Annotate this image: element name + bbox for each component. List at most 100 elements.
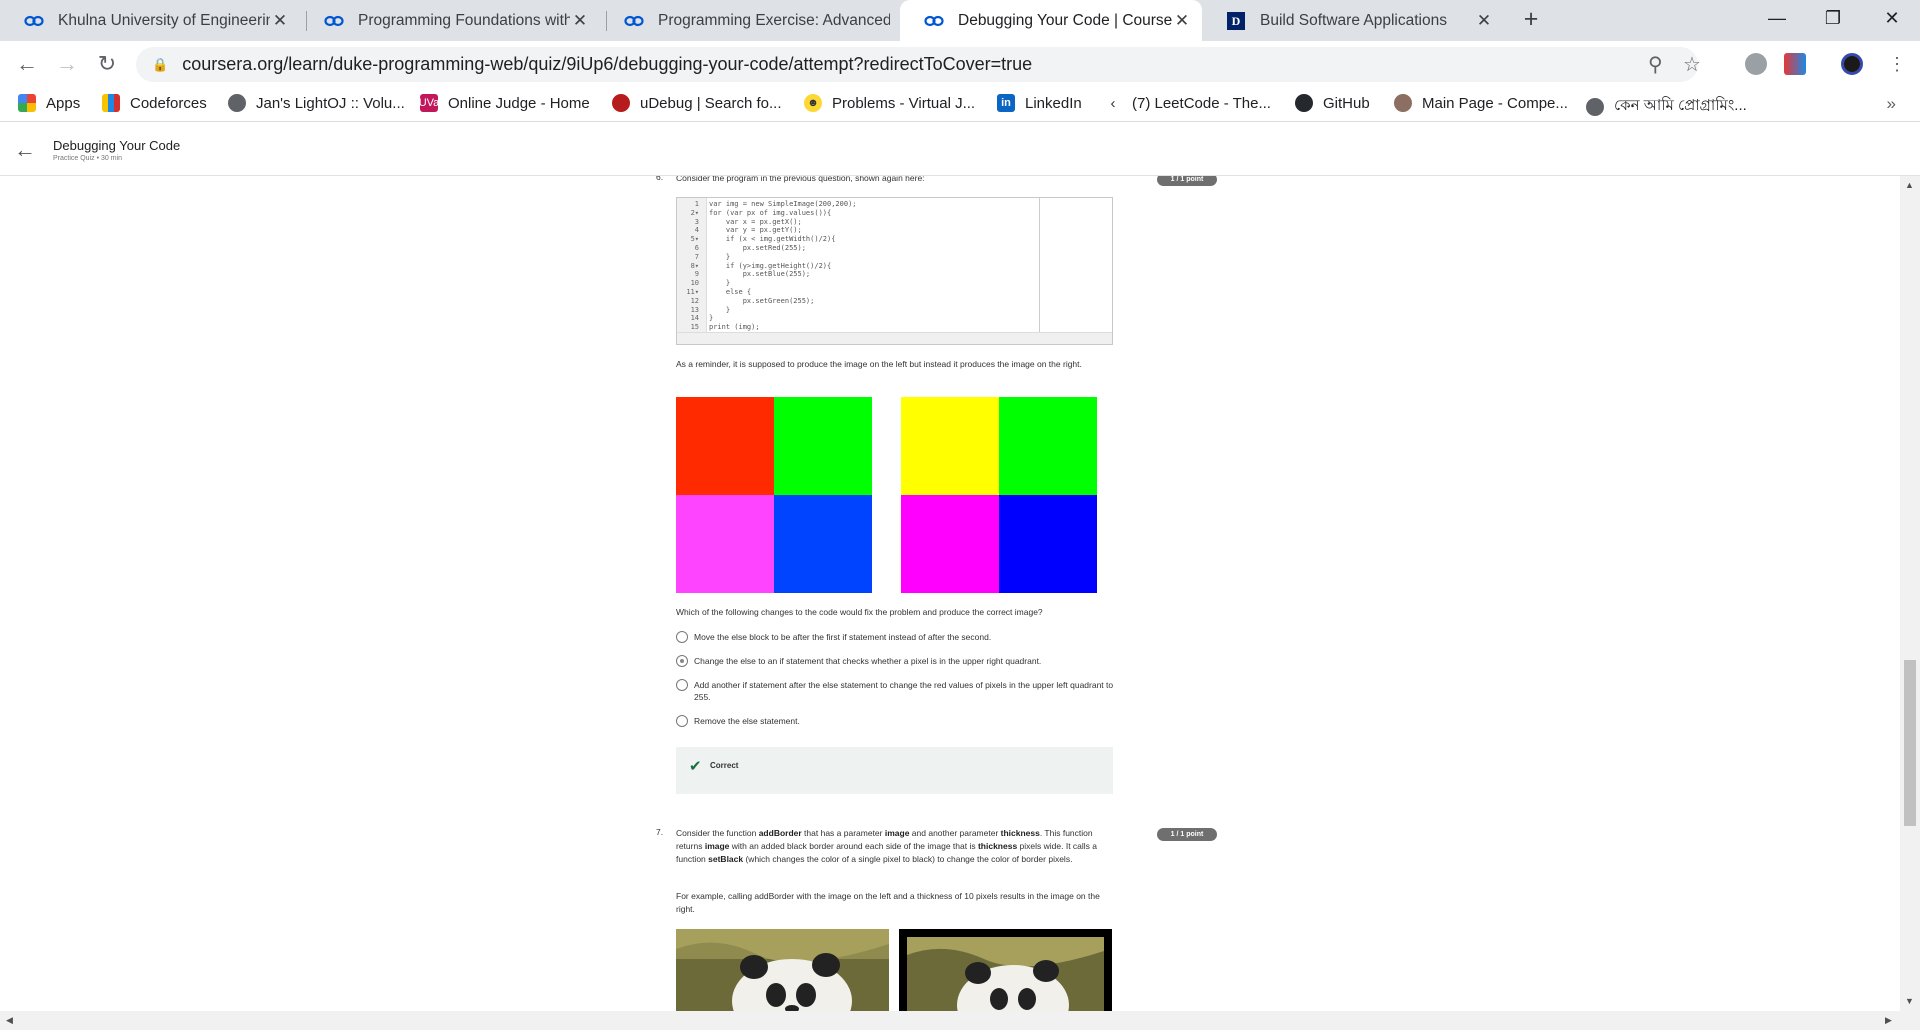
tab-title: Build Software Applications	[1260, 11, 1447, 29]
tab-title: Khulna University of Engineering	[58, 11, 270, 29]
bookmark-star-icon[interactable]: ☆	[1683, 52, 1701, 77]
codeforces-icon	[102, 94, 120, 112]
forward-button[interactable]: →	[52, 49, 82, 79]
bookmark-online-judge[interactable]: UVa Online Judge - Home	[419, 94, 590, 112]
coursera-icon	[924, 11, 944, 31]
vertical-scrollbar[interactable]: ▲ ▼	[1900, 176, 1920, 1011]
code-line: 13 }	[677, 305, 731, 315]
bookmark-label: কেন আমি প্রোগ্রামিং...	[1614, 97, 1747, 114]
points-badge: 1 / 1 point	[1157, 176, 1217, 186]
scroll-left-icon[interactable]: ◀	[6, 1015, 13, 1026]
bookmark-vjudge[interactable]: ☻ Problems - Virtual J...	[804, 94, 975, 112]
line-number: 4	[694, 226, 699, 235]
address-bar[interactable]: 🔒 coursera.org/learn/duke-programming-we…	[136, 47, 1701, 82]
close-icon[interactable]: ✕	[570, 11, 590, 31]
extension-icon[interactable]	[1745, 53, 1767, 75]
code-text: }	[709, 305, 731, 314]
bookmark-leetcode[interactable]: ‹ (7) LeetCode - The...	[1104, 94, 1271, 112]
close-icon[interactable]: ✕	[270, 11, 290, 31]
radio-button[interactable]	[676, 655, 688, 667]
code-editor[interactable]: 1 var img = new SimpleImage(200,200); 2▾ fo…	[676, 197, 1113, 345]
line-number: 2▾	[690, 208, 699, 217]
logo-icon	[1394, 94, 1412, 112]
code-line: 8▾ if (y>img.getHeight()/2){	[677, 261, 832, 271]
new-tab-button[interactable]: +	[1517, 6, 1545, 34]
scroll-down-icon[interactable]: ▼	[1905, 996, 1914, 1006]
radio-button[interactable]	[676, 631, 688, 643]
answer-option[interactable]: Move the else block to be after the firs…	[676, 631, 1116, 643]
tab-programming-foundations[interactable]: Programming Foundations with J ✕	[300, 0, 600, 41]
code-text: var img = new SimpleImage(200,200);	[709, 200, 857, 208]
code-line: 15 print (img);	[677, 323, 760, 332]
quadrant-upper-left	[901, 397, 999, 495]
tab-build-software[interactable]: D Build Software Applications ✕	[1202, 0, 1504, 41]
answer-option[interactable]: Add another if statement after the else …	[676, 679, 1116, 703]
quadrant-upper-left	[676, 397, 774, 495]
bookmark-lightoj[interactable]: Jan's LightOJ :: Volu...	[228, 94, 405, 112]
scroll-right-icon[interactable]: ▶	[1885, 1015, 1892, 1026]
code-text: px.setRed(255);	[709, 244, 806, 252]
chevron-right-icon[interactable]: »	[1887, 94, 1896, 114]
answer-option[interactable]: Remove the else statement.	[676, 715, 1116, 727]
bookmark-label: (7) LeetCode - The...	[1132, 94, 1271, 112]
zoom-icon[interactable]: ⚲	[1648, 52, 1663, 77]
menu-icon[interactable]: ⋮	[1882, 49, 1912, 79]
panda-image-bordered	[899, 929, 1112, 1011]
bookmark-udebug[interactable]: uDebug | Search fo...	[612, 94, 781, 112]
extension-icon[interactable]	[1784, 53, 1806, 75]
bookmark-label: GitHub	[1323, 94, 1370, 112]
code-line: 5▾ if (x < img.getWidth()/2){	[677, 235, 836, 244]
scrollbar-thumb[interactable]	[1904, 660, 1916, 826]
code-text: print (img);	[709, 323, 760, 332]
answer-option-selected[interactable]: Change the else to an if statement that …	[676, 655, 1116, 667]
line-number: 11▾	[686, 288, 699, 296]
bookmark-codeforces[interactable]: Codeforces	[102, 94, 207, 112]
option-label: Remove the else statement.	[694, 716, 800, 726]
line-number: 7	[694, 252, 699, 261]
bookmark-main-page[interactable]: Main Page - Compe...	[1394, 94, 1568, 112]
radio-button[interactable]	[676, 715, 688, 727]
bookmark-label: LinkedIn	[1025, 94, 1082, 112]
duke-icon: D	[1226, 11, 1246, 31]
line-number: 15	[690, 323, 699, 332]
tab-strip: Khulna University of Engineering ✕ Progr…	[0, 0, 1920, 41]
bookmark-bangla[interactable]: কেন আমি প্রোগ্রামিং...	[1586, 94, 1747, 119]
code-line: 10 }	[677, 279, 731, 288]
window-close-button[interactable]: ✕	[1864, 0, 1920, 36]
line-number: 8▾	[690, 261, 699, 270]
restore-button[interactable]: ❐	[1805, 0, 1861, 36]
bookmark-github[interactable]: GitHub	[1295, 94, 1370, 112]
tab-debugging-your-code[interactable]: Debugging Your Code | Coursera ✕	[900, 0, 1202, 41]
question-prompt: Consider the program in the previous que…	[676, 176, 925, 183]
quadrant-upper-right	[999, 397, 1097, 495]
bookmark-linkedin[interactable]: in LinkedIn	[997, 94, 1082, 112]
back-button[interactable]: ←	[12, 49, 42, 79]
code-line: 4 var y = px.getY();	[677, 226, 802, 235]
coursera-icon	[624, 11, 644, 31]
scroll-up-icon[interactable]: ▲	[1905, 180, 1914, 190]
minimize-button[interactable]: —	[1749, 0, 1805, 36]
close-icon[interactable]: ✕	[1172, 11, 1192, 31]
reminder-text: As a reminder, it is supposed to produce…	[676, 359, 1082, 369]
code-text: px.setGreen(255);	[709, 296, 815, 305]
linkedin-icon: in	[997, 94, 1015, 112]
quadrant-lower-left	[676, 495, 774, 593]
bookmark-label: Problems - Virtual J...	[832, 94, 976, 112]
uva-icon: UVa	[419, 94, 439, 112]
bookmark-label: Codeforces	[130, 94, 207, 112]
bookmark-apps[interactable]: Apps	[18, 94, 80, 112]
close-icon[interactable]: ✕	[1474, 11, 1494, 31]
reload-button[interactable]: ↻	[92, 49, 122, 79]
back-arrow-icon[interactable]: ←	[14, 137, 36, 163]
radio-button[interactable]	[676, 679, 688, 691]
question-number: 6.	[656, 176, 664, 182]
question-number: 7.	[656, 827, 664, 837]
profile-avatar[interactable]	[1841, 53, 1863, 75]
question-text: Which of the following changes to the co…	[676, 607, 1043, 617]
checkmark-icon: ✔	[689, 758, 702, 775]
tab-programming-exercise[interactable]: Programming Exercise: Advanced	[600, 0, 900, 41]
code-line: 12 px.setGreen(255);	[677, 296, 815, 306]
horizontal-scrollbar[interactable]: ◀ ▶	[0, 1011, 1920, 1030]
quiz-header: ← Debugging Your Code Practice Quiz • 30…	[0, 123, 1920, 176]
tab-khulna[interactable]: Khulna University of Engineering ✕	[0, 0, 300, 41]
